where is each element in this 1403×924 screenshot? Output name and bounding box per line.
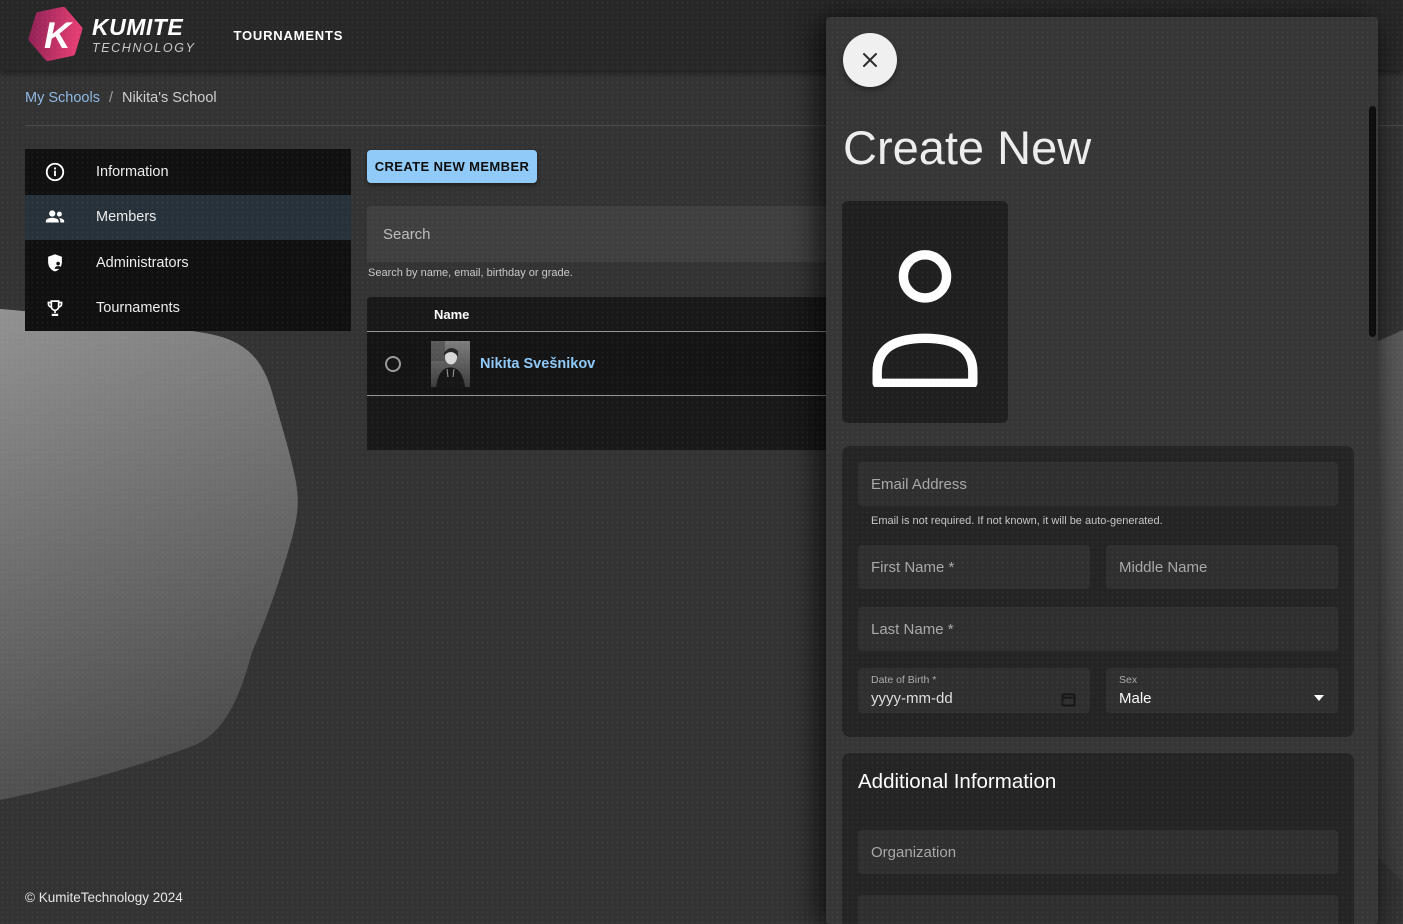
background-hexagon-shape — [0, 300, 320, 820]
members-icon — [44, 206, 66, 228]
nav-item-tournaments[interactable]: TOURNAMENTS — [234, 28, 344, 43]
email-address-field[interactable] — [858, 462, 1338, 506]
brand-logo[interactable]: K KUMITE TECHNOLOGY — [26, 7, 196, 65]
brand-name: KUMITE TECHNOLOGY — [92, 16, 196, 55]
sidebar-label: Members — [96, 209, 156, 225]
sidebar-label: Tournaments — [96, 300, 180, 316]
chevron-down-icon — [1314, 695, 1324, 701]
breadcrumb-link-my-schools[interactable]: My Schools — [25, 90, 100, 106]
breadcrumb-current-school: Nikita's School — [122, 90, 217, 106]
row-radio-button[interactable] — [385, 356, 401, 372]
member-avatar — [431, 341, 470, 387]
close-drawer-button[interactable] — [843, 33, 897, 87]
sex-label: Sex — [1119, 674, 1137, 686]
sex-select[interactable]: Sex Male — [1106, 668, 1338, 713]
email-helper-text: Email is not required. If not known, it … — [871, 515, 1163, 527]
brand-line2: TECHNOLOGY — [92, 42, 196, 55]
date-of-birth-label: Date of Birth * — [871, 674, 936, 686]
trophy-icon — [44, 297, 66, 319]
calendar-icon[interactable] — [1061, 692, 1076, 707]
kumite-hexagon-logo-icon: K — [26, 7, 84, 65]
sidebar-item-information[interactable]: Information — [25, 149, 351, 195]
last-name-field[interactable] — [858, 607, 1338, 651]
sidebar-item-administrators[interactable]: Administrators — [25, 240, 351, 286]
close-icon — [860, 50, 880, 70]
member-name-link[interactable]: Nikita Svešnikov — [480, 356, 595, 372]
school-sidebar: Information Members Administrators Tourn… — [25, 149, 351, 331]
breadcrumb-separator: / — [109, 90, 113, 106]
admin-shield-icon — [44, 252, 66, 274]
first-name-field[interactable] — [858, 545, 1090, 589]
additional-information-card: Additional Information — [842, 753, 1354, 924]
member-basic-info-card: Email is not required. If not known, it … — [842, 446, 1354, 737]
sidebar-item-tournaments[interactable]: Tournaments — [25, 286, 351, 332]
create-member-drawer: Create New Email is not required. If not… — [826, 17, 1378, 924]
sidebar-label: Information — [96, 164, 169, 180]
additional-information-heading: Additional Information — [858, 770, 1056, 794]
breadcrumb: My Schools / Nikita's School — [25, 90, 217, 106]
middle-name-field[interactable] — [1106, 545, 1338, 589]
info-icon — [44, 161, 66, 183]
search-helper-text: Search by name, email, birthday or grade… — [368, 267, 573, 279]
column-header-name: Name — [434, 307, 469, 322]
additional-field-partial[interactable] — [858, 895, 1338, 924]
drawer-scrollbar-thumb[interactable] — [1369, 106, 1376, 337]
avatar-upload-placeholder[interactable] — [842, 201, 1008, 423]
create-new-member-button[interactable]: CREATE NEW MEMBER — [367, 150, 537, 183]
organization-field[interactable] — [858, 830, 1338, 874]
date-of-birth-value: yyyy-mm-dd — [871, 690, 953, 707]
sidebar-label: Administrators — [96, 255, 189, 271]
footer-copyright: © KumiteTechnology 2024 — [25, 890, 183, 905]
drawer-title: Create New — [843, 120, 1091, 175]
date-of-birth-field[interactable]: Date of Birth * yyyy-mm-dd — [858, 668, 1090, 713]
sex-value: Male — [1119, 690, 1152, 707]
person-outline-icon — [865, 237, 985, 387]
background-shape-right-sliver — [1376, 330, 1403, 900]
sidebar-item-members[interactable]: Members — [25, 195, 351, 241]
svg-text:K: K — [44, 15, 73, 56]
brand-line1: KUMITE — [92, 16, 196, 39]
app-window: K KUMITE TECHNOLOGY TOURNAMENTS My Schoo… — [0, 0, 1403, 924]
